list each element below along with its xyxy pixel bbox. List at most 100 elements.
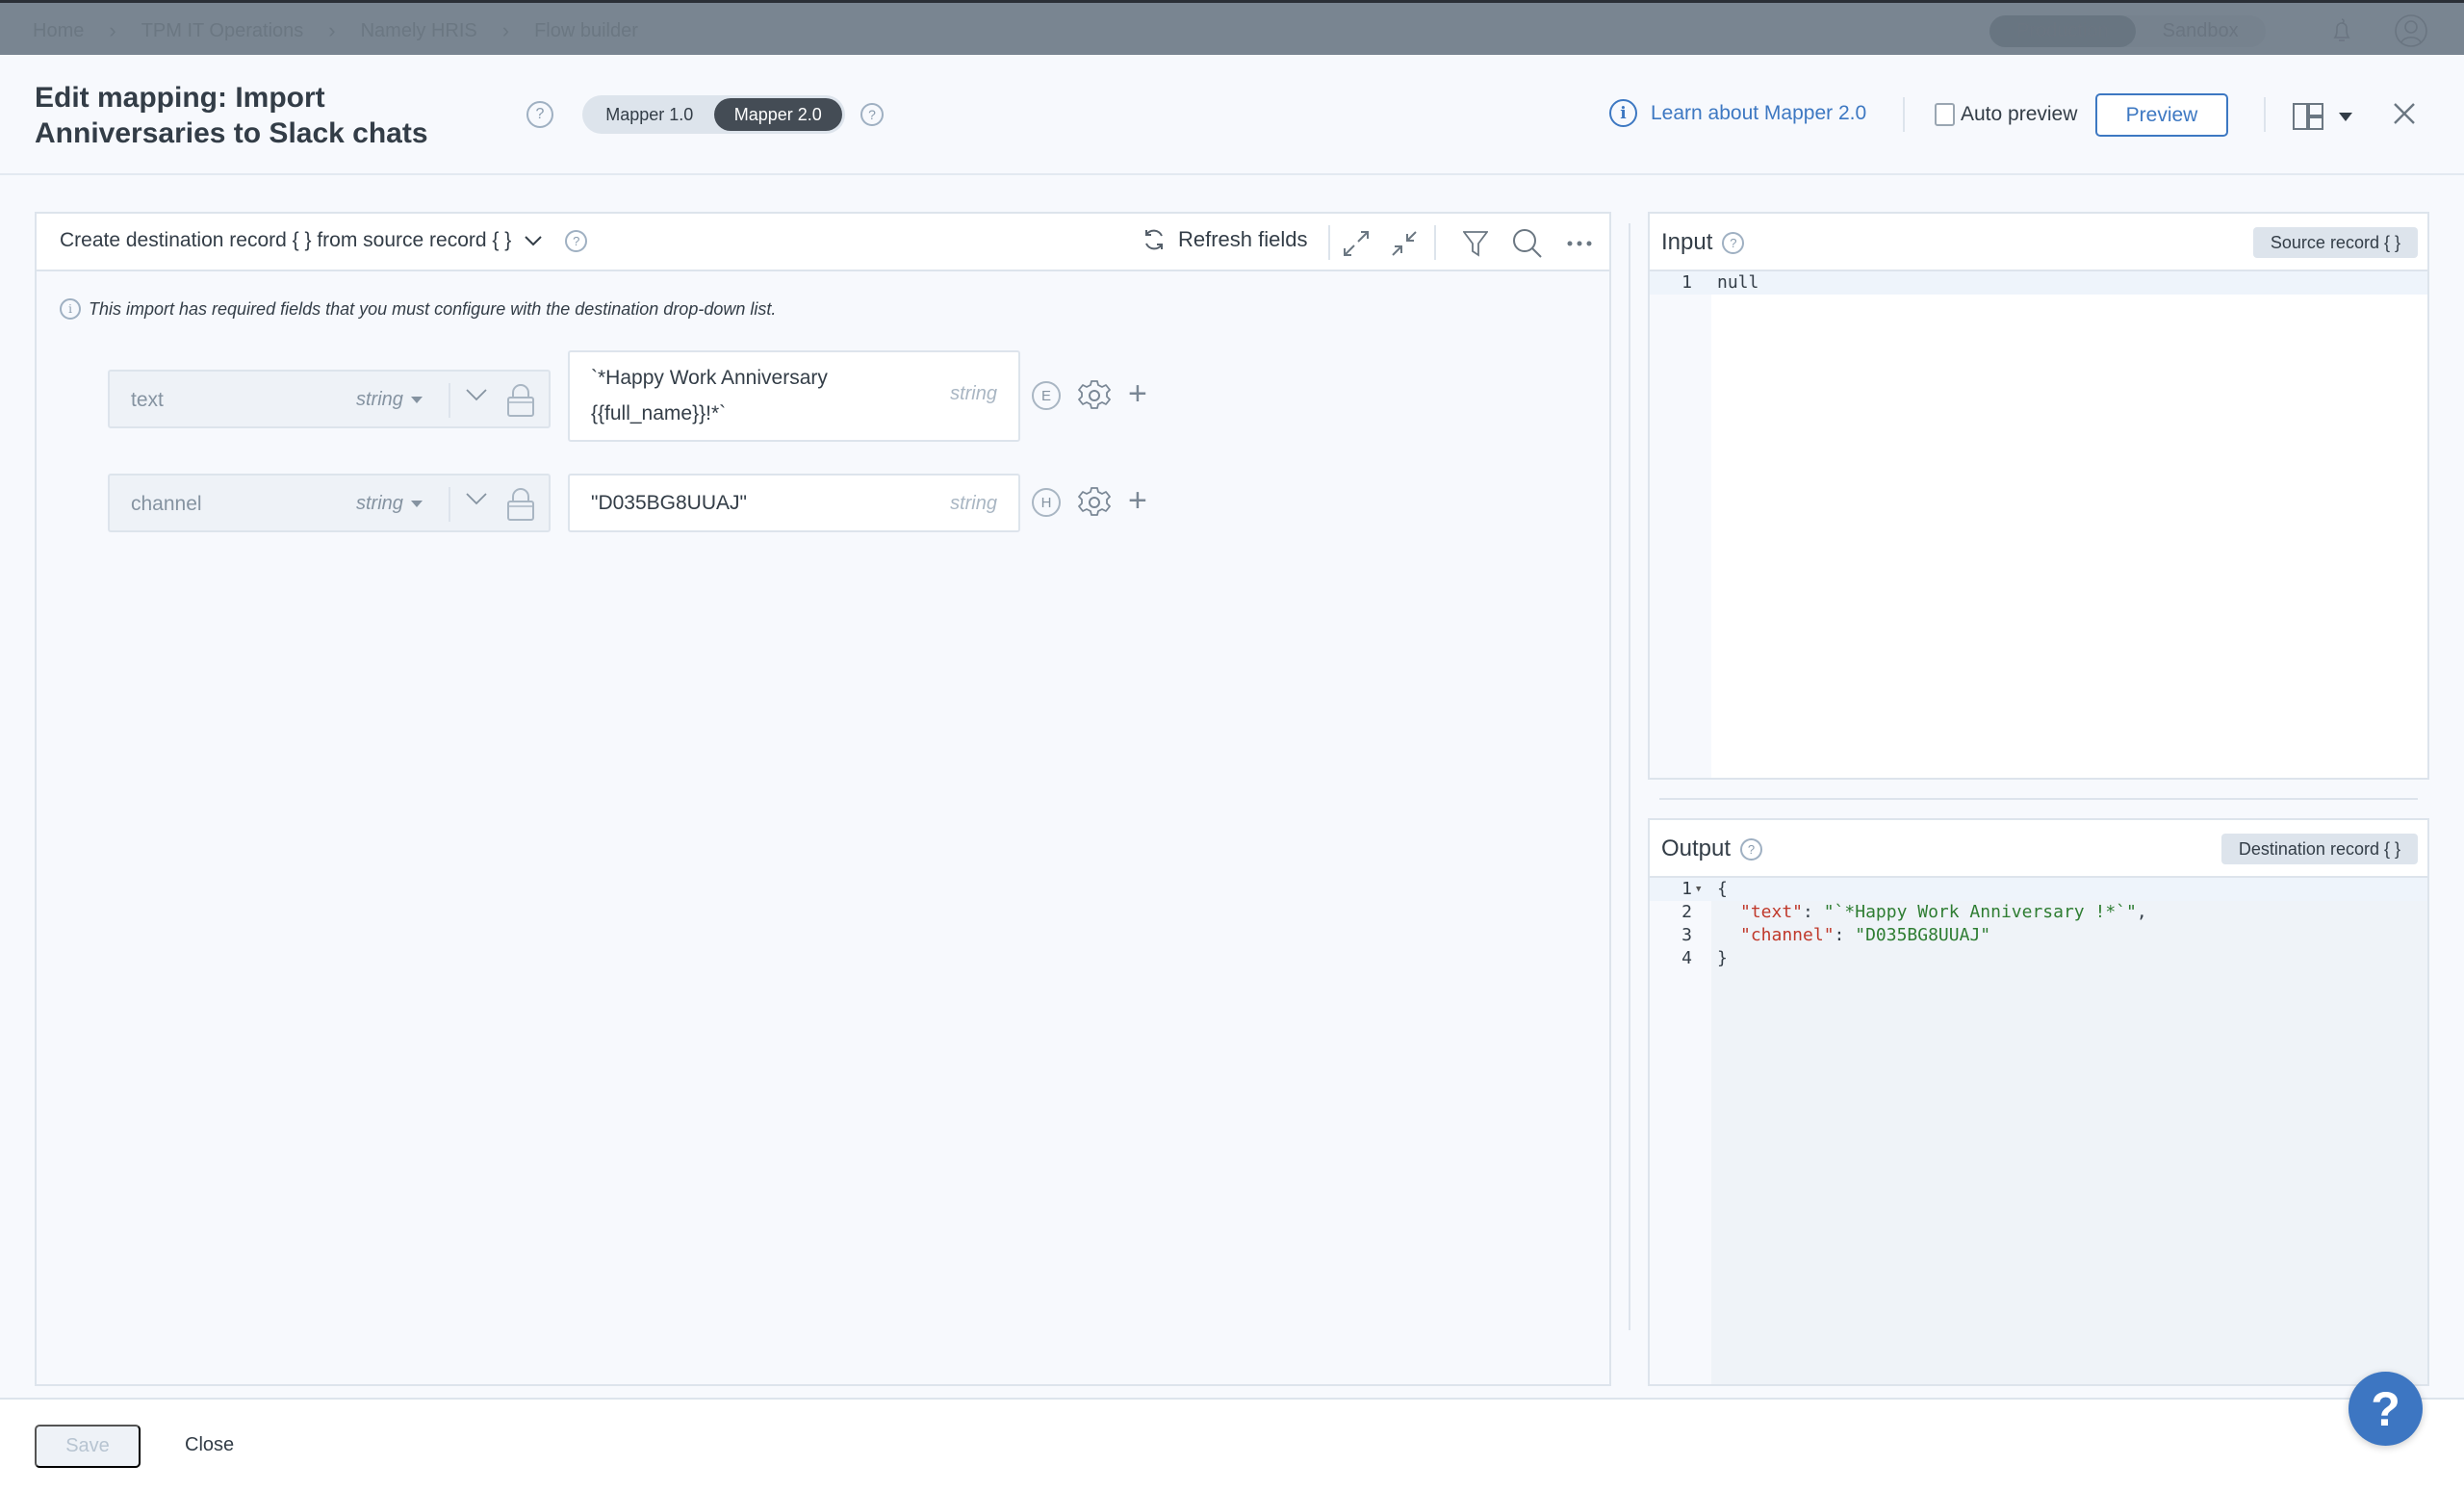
code-line: 3 "channel": "D035BG8UUAJ": [1650, 924, 2427, 947]
line-number: 2: [1681, 902, 1692, 922]
code-text: {: [1717, 879, 1728, 899]
help-fab-button[interactable]: ?: [2348, 1372, 2423, 1446]
expand-all-button[interactable]: [1340, 227, 1373, 260]
breadcrumb-current: Flow builder: [534, 19, 638, 41]
add-field-button[interactable]: +: [1128, 377, 1147, 410]
json-key: "channel": [1740, 925, 1835, 945]
destination-type-select[interactable]: string: [356, 389, 423, 411]
bell-icon[interactable]: [2327, 16, 2356, 45]
source-field-input[interactable]: "D035BG8UUAJ" string: [568, 474, 1020, 532]
help-icon[interactable]: ?: [1722, 231, 1745, 254]
mapper-1-option[interactable]: Mapper 1.0: [585, 98, 714, 131]
input-editor[interactable]: 1 null: [1650, 271, 2427, 778]
json-separator: :: [1803, 902, 1824, 922]
info-icon: i: [1609, 99, 1637, 127]
breadcrumb-flow-group[interactable]: Namely HRIS: [361, 20, 477, 42]
json-separator: :: [1834, 925, 1856, 945]
panel-resize-handle[interactable]: [1629, 223, 1630, 1330]
env-sandbox[interactable]: Sandbox: [2136, 15, 2266, 47]
settings-gear-icon[interactable]: [1078, 486, 1111, 519]
destination-type-select[interactable]: string: [356, 493, 423, 515]
destination-field[interactable]: channel string: [108, 474, 551, 532]
refresh-fields-label: Refresh fields: [1178, 227, 1308, 251]
output-editor[interactable]: 1 ▼ { 2 "text": "`*Happy Work Anniversar…: [1650, 878, 2427, 1384]
mapper-version-toggle: Mapper 1.0 Mapper 2.0: [582, 95, 845, 134]
breadcrumb: Home › TPM IT Operations › Namely HRIS ›…: [33, 18, 638, 43]
breadcrumb-integration[interactable]: TPM IT Operations: [141, 20, 304, 42]
chevron-down-icon[interactable]: [466, 493, 487, 505]
source-value-line: {{full_name}}!*`: [591, 402, 727, 424]
output-panel: Output ? Destination record { } 1 ▼ { 2 …: [1648, 818, 2429, 1386]
hardcoded-mode-badge[interactable]: H: [1032, 488, 1061, 517]
layout-switcher[interactable]: [2293, 103, 2352, 130]
help-icon[interactable]: ?: [565, 229, 588, 252]
code-text: null: [1717, 272, 1759, 293]
breadcrumb-separator-icon: ›: [328, 18, 336, 42]
record-mode-select[interactable]: Create destination record { } from sourc…: [60, 229, 588, 252]
env-production[interactable]: Production: [1989, 15, 2136, 47]
collapse-icon: [1392, 231, 1417, 256]
lock-icon: [507, 488, 534, 521]
learn-mapper-link[interactable]: i Learn about Mapper 2.0: [1609, 99, 1866, 127]
close-icon[interactable]: [2394, 103, 2415, 124]
source-type-label: string: [950, 383, 997, 404]
preview-button[interactable]: Preview: [2095, 93, 2228, 137]
divider: [2264, 97, 2266, 132]
line-number: 3: [1681, 925, 1692, 945]
help-icon[interactable]: ?: [1740, 837, 1763, 861]
divider: [1903, 97, 1905, 132]
user-avatar-icon[interactable]: [2395, 13, 2427, 49]
expression-mode-badge[interactable]: E: [1032, 381, 1061, 410]
mapping-panel: Create destination record { } from sourc…: [35, 212, 1611, 1386]
breadcrumb-home[interactable]: Home: [33, 20, 84, 42]
chevron-down-icon[interactable]: [466, 389, 487, 401]
required-fields-notice: i This import has required fields that y…: [60, 298, 776, 320]
mapper-help-icon[interactable]: ?: [860, 103, 884, 126]
input-panel: Input ? Source record { } 1 null: [1648, 212, 2429, 780]
json-trail: ,: [2136, 902, 2147, 922]
code-text: }: [1717, 948, 1728, 968]
record-mode-label: Create destination record { } from sourc…: [60, 229, 512, 251]
code-line: 1 null: [1650, 271, 2427, 295]
mapper-2-option[interactable]: Mapper 2.0: [713, 98, 842, 131]
checkbox-box[interactable]: [1935, 103, 1955, 126]
breadcrumb-separator-icon: ›: [109, 18, 116, 42]
info-icon: i: [60, 298, 81, 320]
destination-field[interactable]: text string: [108, 370, 551, 428]
auto-preview-checkbox[interactable]: Auto preview: [1935, 103, 2077, 126]
line-gutter: [1650, 271, 1711, 778]
line-number: 1: [1681, 272, 1692, 293]
notice-text: This import has required fields that you…: [89, 298, 777, 319]
refresh-icon: [1145, 229, 1163, 250]
destination-field-name: text: [131, 389, 164, 411]
divider: [449, 383, 450, 418]
learn-mapper-label: Learn about Mapper 2.0: [1651, 101, 1867, 124]
more-options-button[interactable]: [1563, 227, 1596, 260]
refresh-fields-button[interactable]: Refresh fields: [1142, 227, 1308, 252]
source-record-tag: Source record { }: [2252, 227, 2418, 258]
fold-toggle-icon[interactable]: ▼: [1696, 878, 1701, 901]
collapse-all-button[interactable]: [1388, 227, 1421, 260]
chevron-down-icon: [525, 235, 542, 245]
help-icon[interactable]: ?: [526, 101, 553, 128]
mapping-toolbar: Create destination record { } from sourc…: [37, 214, 1609, 271]
panel-splitter[interactable]: [1659, 798, 2418, 800]
footer-bar: Save Close: [0, 1398, 2464, 1491]
divider: [449, 487, 450, 522]
search-button[interactable]: [1511, 227, 1544, 260]
settings-gear-icon[interactable]: [1078, 379, 1111, 412]
code-line: 4 }: [1650, 947, 2427, 970]
close-button[interactable]: Close: [185, 1434, 234, 1456]
code-line: 1 ▼ {: [1650, 878, 2427, 901]
save-button[interactable]: Save: [35, 1425, 141, 1468]
destination-type-label: string: [356, 389, 403, 410]
source-field-input[interactable]: `*Happy Work Anniversary {{full_name}}!*…: [568, 350, 1020, 442]
filter-icon: [1463, 231, 1488, 257]
add-field-button[interactable]: +: [1128, 484, 1147, 517]
source-type-label: string: [950, 493, 997, 514]
line-number: 1: [1681, 879, 1692, 899]
filter-button[interactable]: [1459, 227, 1492, 260]
code-line: 2 "text": "`*Happy Work Anniversary !*`"…: [1650, 901, 2427, 924]
divider: [1328, 225, 1330, 260]
code-text: "text": "`*Happy Work Anniversary !*`",: [1740, 901, 2147, 924]
